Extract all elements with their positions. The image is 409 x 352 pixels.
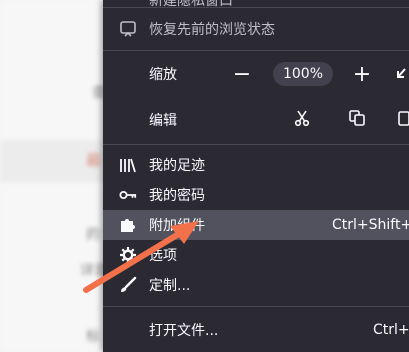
gear-icon [119,246,137,264]
menu-separator [103,50,409,51]
zoom-label: 缩放 [149,67,177,83]
zoom-reset-button[interactable]: 100% [273,62,333,86]
menu-item-passwords[interactable]: 我的密码 [103,180,409,210]
paste-icon [397,109,409,131]
background-web-page: 查 最 的 详音 标 [0,0,110,352]
menu-separator [103,144,409,145]
background-text: 的 [86,227,100,243]
paintbrush-icon [119,276,137,294]
library-label: 我的足迹 [149,158,205,174]
zoom-in-button[interactable]: + [350,62,374,87]
cut-button[interactable] [290,108,314,132]
scissors-icon [293,109,311,131]
menu-item-new-private-window[interactable]: 新建隐私窗口 [149,0,233,10]
background-text: 标 [86,329,100,345]
passwords-label: 我的密码 [149,188,205,204]
open-file-shortcut: Ctrl+O [373,322,409,338]
app-menu-panel: 新建隐私窗口 恢复先前的浏览状态 缩放 − 100% + 编辑 我的足迹 我的密… [103,0,409,352]
copy-icon [348,109,366,131]
menu-item-open-file[interactable]: 打开文件... Ctrl+O [103,315,409,345]
restore-session-icon [119,20,137,38]
paste-button[interactable] [397,108,409,132]
menu-item-addons[interactable]: 附加组件 Ctrl+Shift+A [103,210,409,240]
edit-label: 编辑 [149,113,177,129]
menu-item-customize[interactable]: 定制... [103,270,409,300]
menu-item-restore-session[interactable]: 恢复先前的浏览状态 [103,14,409,44]
copy-button[interactable] [345,108,369,132]
fullscreen-button[interactable] [395,62,409,86]
menu-item-library[interactable]: 我的足迹 [103,150,409,180]
options-label: 选项 [149,248,177,264]
browser-screenshot: 查 最 的 详音 标 新建隐私窗口 恢复先前的浏览状态 缩放 − 100% + [0,0,409,352]
restore-session-label: 恢复先前的浏览状态 [149,22,275,38]
menu-item-options[interactable]: 选项 [103,240,409,270]
addons-label: 附加组件 [149,218,205,234]
menu-separator [103,306,409,307]
fullscreen-icon [395,62,409,87]
key-icon [119,186,137,204]
puzzle-piece-icon [119,216,137,234]
addons-shortcut: Ctrl+Shift+A [332,217,409,233]
library-icon [119,156,137,174]
background-heading: 最 [86,151,102,169]
open-file-label: 打开文件... [149,323,219,339]
customize-label: 定制... [149,278,191,294]
zoom-out-button[interactable]: − [230,62,254,87]
menu-separator [103,7,409,8]
